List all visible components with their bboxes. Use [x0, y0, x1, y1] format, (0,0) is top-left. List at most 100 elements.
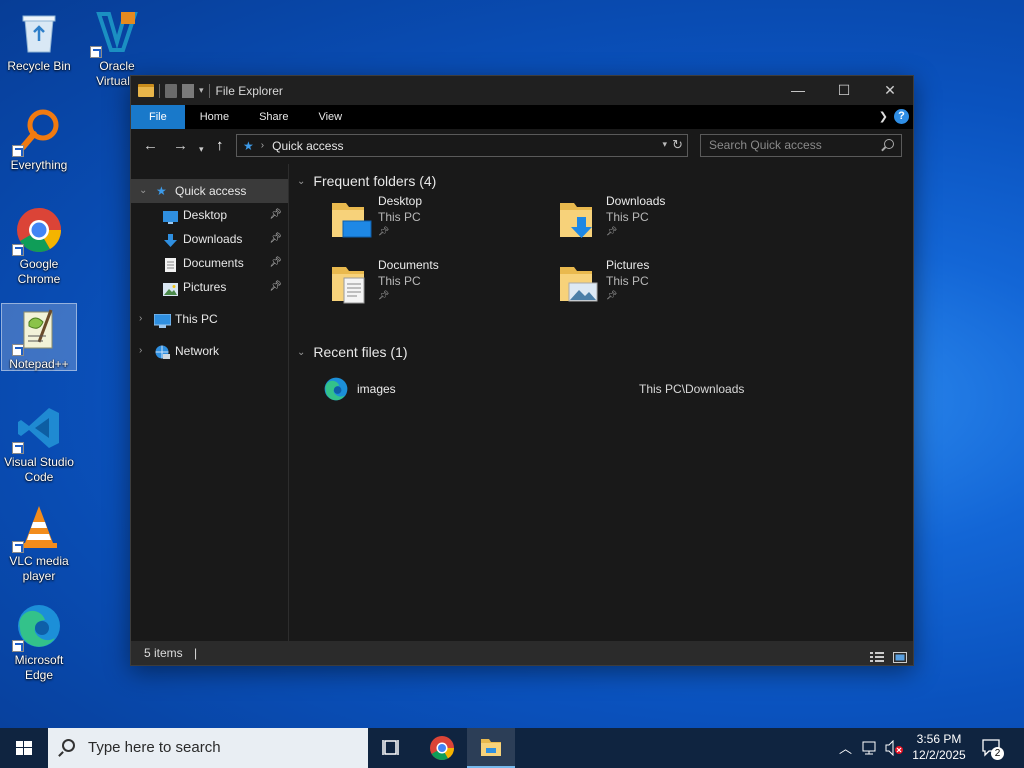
clock-time: 3:56 PM: [916, 732, 962, 746]
edge-icon: [323, 376, 349, 402]
pin-icon[interactable]: 📌︎: [269, 275, 282, 299]
file-explorer-window[interactable]: ▾ File Explorer — ☐ ✕ File Home Share Vi…: [130, 75, 914, 666]
expand-chevron-icon[interactable]: ›: [139, 339, 142, 363]
downloads-folder-icon: [559, 199, 593, 241]
nav-item-quick-access[interactable]: ⌄ ★ Quick access: [131, 179, 288, 203]
breadcrumb[interactable]: Quick access: [272, 139, 343, 153]
nav-item-desktop[interactable]: Desktop 📌︎: [131, 203, 288, 227]
taskbar-search-placeholder: Type here to search: [88, 739, 221, 756]
tile-location: This PC: [606, 210, 649, 224]
expand-ribbon-icon[interactable]: ❯: [879, 110, 888, 123]
address-dropdown-icon[interactable]: ▾: [662, 139, 667, 150]
nav-item-downloads[interactable]: Downloads 📌︎: [131, 227, 288, 251]
desktop-icon-edge[interactable]: Microsoft Edge: [1, 602, 77, 683]
shortcut-arrow-icon: [12, 344, 24, 356]
status-bar: 5 items |: [131, 641, 913, 665]
forward-arrow-icon[interactable]: →: [173, 138, 188, 154]
desktop-icon-label: Notepad++: [9, 357, 69, 371]
recent-file-item[interactable]: images This PC\Downloads: [320, 375, 900, 403]
vlc-icon: [12, 503, 63, 553]
nav-item-label: Downloads: [183, 232, 243, 246]
desktop-icon-everything[interactable]: Everything: [1, 107, 77, 173]
tab-file[interactable]: File: [131, 105, 185, 129]
folder-tile-documents[interactable]: Documents This PC 📌︎: [331, 258, 551, 314]
nav-item-this-pc[interactable]: › This PC: [131, 307, 288, 331]
recent-locations-chevron-icon[interactable]: ▾: [199, 141, 204, 157]
tab-view[interactable]: View: [303, 105, 357, 129]
collapse-chevron-icon[interactable]: ⌄: [139, 179, 147, 203]
tab-share[interactable]: Share: [244, 105, 303, 129]
breadcrumb-chevron-icon[interactable]: ›: [261, 140, 264, 151]
desktop-icon-vlc[interactable]: VLC media player: [1, 503, 77, 584]
tile-location: This PC: [378, 210, 421, 224]
nav-item-documents[interactable]: Documents 📌︎: [131, 251, 288, 275]
new-folder-icon[interactable]: [182, 83, 194, 98]
frequent-folders-header[interactable]: ⌄ Frequent folders (4): [297, 173, 436, 189]
tile-name: Pictures: [606, 258, 650, 272]
refresh-icon[interactable]: ↻: [672, 137, 683, 153]
properties-icon[interactable]: [165, 83, 177, 98]
taskbar-chrome-button[interactable]: [418, 728, 466, 768]
expand-chevron-icon[interactable]: ›: [139, 307, 142, 331]
taskbar-file-explorer-button[interactable]: [467, 728, 515, 768]
desktop-icon-label: Visual Studio Code: [4, 455, 74, 484]
divider: [159, 83, 160, 98]
pictures-folder-icon: [559, 263, 598, 305]
navigation-pane: ⌄ ★ Quick access Desktop 📌︎ Downloads 📌︎…: [131, 179, 288, 643]
nav-item-pictures[interactable]: Pictures 📌︎: [131, 275, 288, 299]
collapse-chevron-icon[interactable]: ⌄: [297, 347, 305, 358]
maximize-button[interactable]: ☐: [821, 76, 867, 105]
tile-location: This PC: [378, 274, 421, 288]
tile-name: Downloads: [606, 194, 666, 208]
recent-files-header[interactable]: ⌄ Recent files (1): [297, 344, 408, 360]
download-arrow-icon: [163, 232, 178, 247]
recent-file-row[interactable]: [321, 450, 911, 478]
tile-name: Desktop: [378, 194, 423, 208]
minimize-button[interactable]: —: [775, 76, 821, 105]
tab-home[interactable]: Home: [185, 105, 244, 129]
taskbar-search-box[interactable]: Type here to search: [48, 728, 368, 768]
pin-icon[interactable]: 📌︎: [269, 203, 282, 227]
desktop-icon-recycle-bin[interactable]: Recycle Bin: [1, 8, 77, 74]
network-status-icon[interactable]: [862, 740, 880, 768]
recycle-bin-icon: [15, 8, 63, 56]
details-view-icon[interactable]: [870, 647, 884, 662]
system-clock[interactable]: 3:56 PM 12/2/2025: [905, 731, 973, 763]
pin-icon[interactable]: 📌︎: [269, 227, 282, 251]
title-bar[interactable]: ▾ File Explorer — ☐ ✕: [131, 76, 913, 105]
desktop-icon-label: Recycle Bin: [7, 59, 71, 73]
desktop-icon-vscode[interactable]: Visual Studio Code: [1, 404, 77, 485]
close-button[interactable]: ✕: [867, 76, 913, 105]
star-icon: ★: [156, 184, 167, 198]
pin-icon: 📌︎: [378, 290, 390, 300]
everything-search-icon: [12, 107, 63, 157]
pin-icon[interactable]: 📌︎: [269, 251, 282, 275]
task-view-button[interactable]: [368, 728, 416, 768]
start-button[interactable]: [0, 728, 48, 768]
nav-item-network[interactable]: › Network: [131, 339, 288, 363]
up-arrow-icon[interactable]: ↑: [216, 138, 224, 154]
customize-toolbar-dropdown-icon[interactable]: ▾: [199, 85, 204, 96]
folder-tile-desktop[interactable]: Desktop This PC 📌︎: [331, 194, 551, 250]
search-input[interactable]: Search Quick access: [700, 134, 902, 157]
desktop-icon-label: Microsoft Edge: [14, 653, 64, 682]
nav-item-label: Documents: [183, 256, 244, 270]
help-icon[interactable]: ?: [894, 109, 909, 124]
status-separator: |: [194, 646, 198, 660]
desktop-icon-notepadpp[interactable]: Notepad++: [1, 303, 77, 371]
folder-tile-downloads[interactable]: Downloads This PC 📌︎: [559, 194, 779, 250]
notification-count-badge: 2: [991, 747, 1004, 760]
desktop-icon-chrome[interactable]: Google Chrome: [1, 206, 77, 287]
collapse-chevron-icon[interactable]: ⌄: [297, 176, 305, 187]
window-title: File Explorer: [215, 83, 283, 98]
folder-tile-pictures[interactable]: Pictures This PC 📌︎: [559, 258, 779, 314]
documents-folder-icon: [331, 263, 365, 305]
address-bar[interactable]: ★ › Quick access ▾ ↻: [236, 134, 688, 157]
show-hidden-icons-chevron[interactable]: ︿: [839, 738, 852, 768]
desktop-icon-label: VLC media player: [9, 554, 69, 583]
back-arrow-icon[interactable]: ←: [143, 138, 158, 154]
pin-icon: 📌︎: [606, 290, 618, 300]
content-pane: ⌄ Frequent folders (4) Desktop This PC 📌…: [289, 164, 913, 643]
volume-muted-icon[interactable]: [884, 739, 904, 768]
large-icons-view-icon[interactable]: [893, 647, 907, 663]
